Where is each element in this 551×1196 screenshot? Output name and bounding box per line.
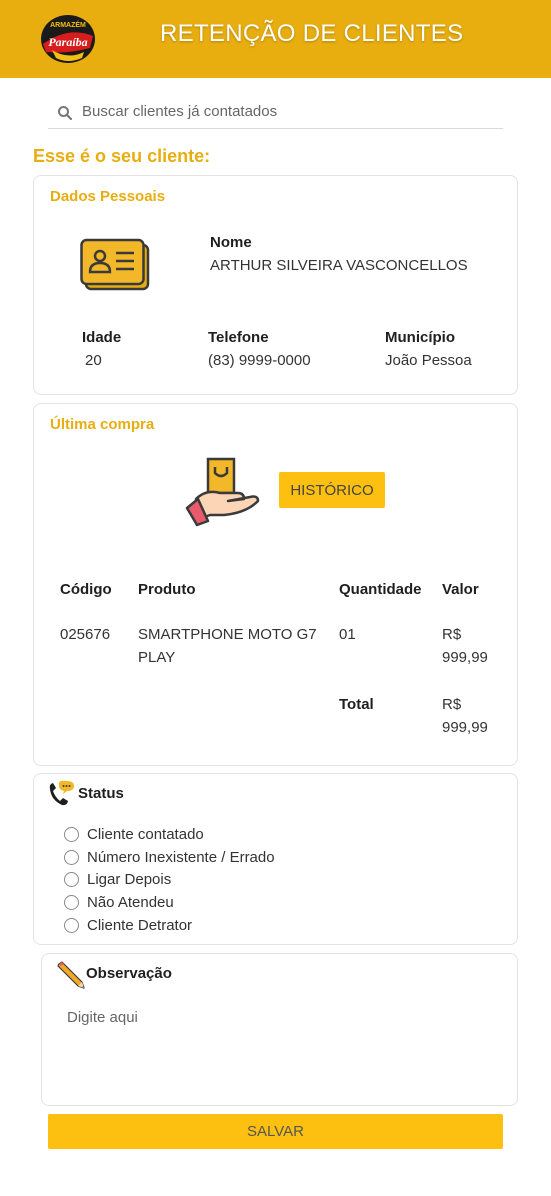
id-card-icon: [80, 238, 150, 291]
radio-button[interactable]: [64, 894, 79, 910]
status-option-detractor[interactable]: Cliente Detrator: [64, 915, 192, 935]
personal-data-card: Dados Pessoais Nome ARTHUR SILVEIRA VASC…: [33, 175, 518, 395]
status-option-label: Número Inexistente / Errado: [87, 848, 275, 866]
product-value-line1: R$: [442, 626, 462, 643]
status-option-invalid-number[interactable]: Número Inexistente / Errado: [64, 847, 275, 867]
app-header: ARMAZÉM Paraíba RETENÇÃO DE CLIENTES: [0, 0, 551, 78]
observation-textarea[interactable]: [57, 1001, 503, 1103]
search-input[interactable]: [82, 99, 492, 123]
status-option-call-later[interactable]: Ligar Depois: [64, 869, 171, 889]
name-label: Nome: [210, 234, 252, 251]
phone-label: Telefone: [208, 329, 269, 346]
phone-value: (83) 9999-0000: [208, 352, 311, 369]
product-code: 025676: [60, 626, 111, 643]
radio-button[interactable]: [64, 849, 79, 865]
client-section-title: Esse é o seu cliente:: [33, 146, 211, 166]
status-option-no-answer[interactable]: Não Atendeu: [64, 892, 174, 912]
name-value: ARTHUR SILVEIRA VASCONCELLOS: [210, 257, 468, 274]
radio-button[interactable]: [64, 917, 79, 933]
column-header-code: Código: [60, 581, 112, 598]
product-value-line2: 999,99: [442, 649, 488, 666]
product-name-line2: PLAY: [138, 649, 176, 666]
history-button[interactable]: HISTÓRICO: [279, 472, 385, 508]
shopping-bag-hand-icon: [185, 457, 260, 527]
age-label: Idade: [82, 329, 122, 346]
total-label: Total: [339, 696, 374, 713]
age-value: 20: [85, 352, 102, 369]
total-value-line1: R$: [442, 696, 462, 713]
search-bar: [48, 93, 503, 129]
city-value: João Pessoa: [385, 352, 472, 369]
svg-text:ARMAZÉM: ARMAZÉM: [50, 20, 86, 29]
city-label: Município: [385, 329, 455, 346]
product-quantity: 01: [339, 626, 356, 643]
observation-title: Observação: [86, 965, 172, 982]
product-name-line1: SMARTPHONE MOTO G7: [138, 626, 317, 643]
last-purchase-title: Última compra: [50, 416, 155, 433]
radio-button[interactable]: [64, 871, 79, 887]
status-option-contacted[interactable]: Cliente contatado: [64, 824, 204, 844]
search-icon: [58, 106, 73, 121]
save-button[interactable]: SALVAR: [48, 1114, 503, 1149]
pencil-icon: [57, 961, 85, 989]
column-header-product: Produto: [138, 581, 196, 598]
svg-text:Paraíba: Paraíba: [48, 35, 87, 49]
radio-button[interactable]: [64, 826, 79, 842]
status-option-label: Ligar Depois: [87, 870, 172, 888]
status-option-label: Não Atendeu: [87, 893, 174, 911]
page-title: RETENÇÃO DE CLIENTES: [160, 20, 464, 47]
column-header-value: Valor: [442, 581, 479, 598]
status-option-label: Cliente Detrator: [87, 916, 193, 934]
phone-chat-icon: [49, 780, 74, 806]
armazem-paraiba-logo[interactable]: ARMAZÉM Paraíba: [40, 14, 96, 64]
personal-data-title: Dados Pessoais: [50, 188, 166, 205]
column-header-quantity: Quantidade: [339, 581, 422, 598]
status-title: Status: [78, 785, 124, 802]
total-value-line2: 999,99: [442, 719, 488, 736]
status-option-label: Cliente contatado: [87, 825, 204, 843]
